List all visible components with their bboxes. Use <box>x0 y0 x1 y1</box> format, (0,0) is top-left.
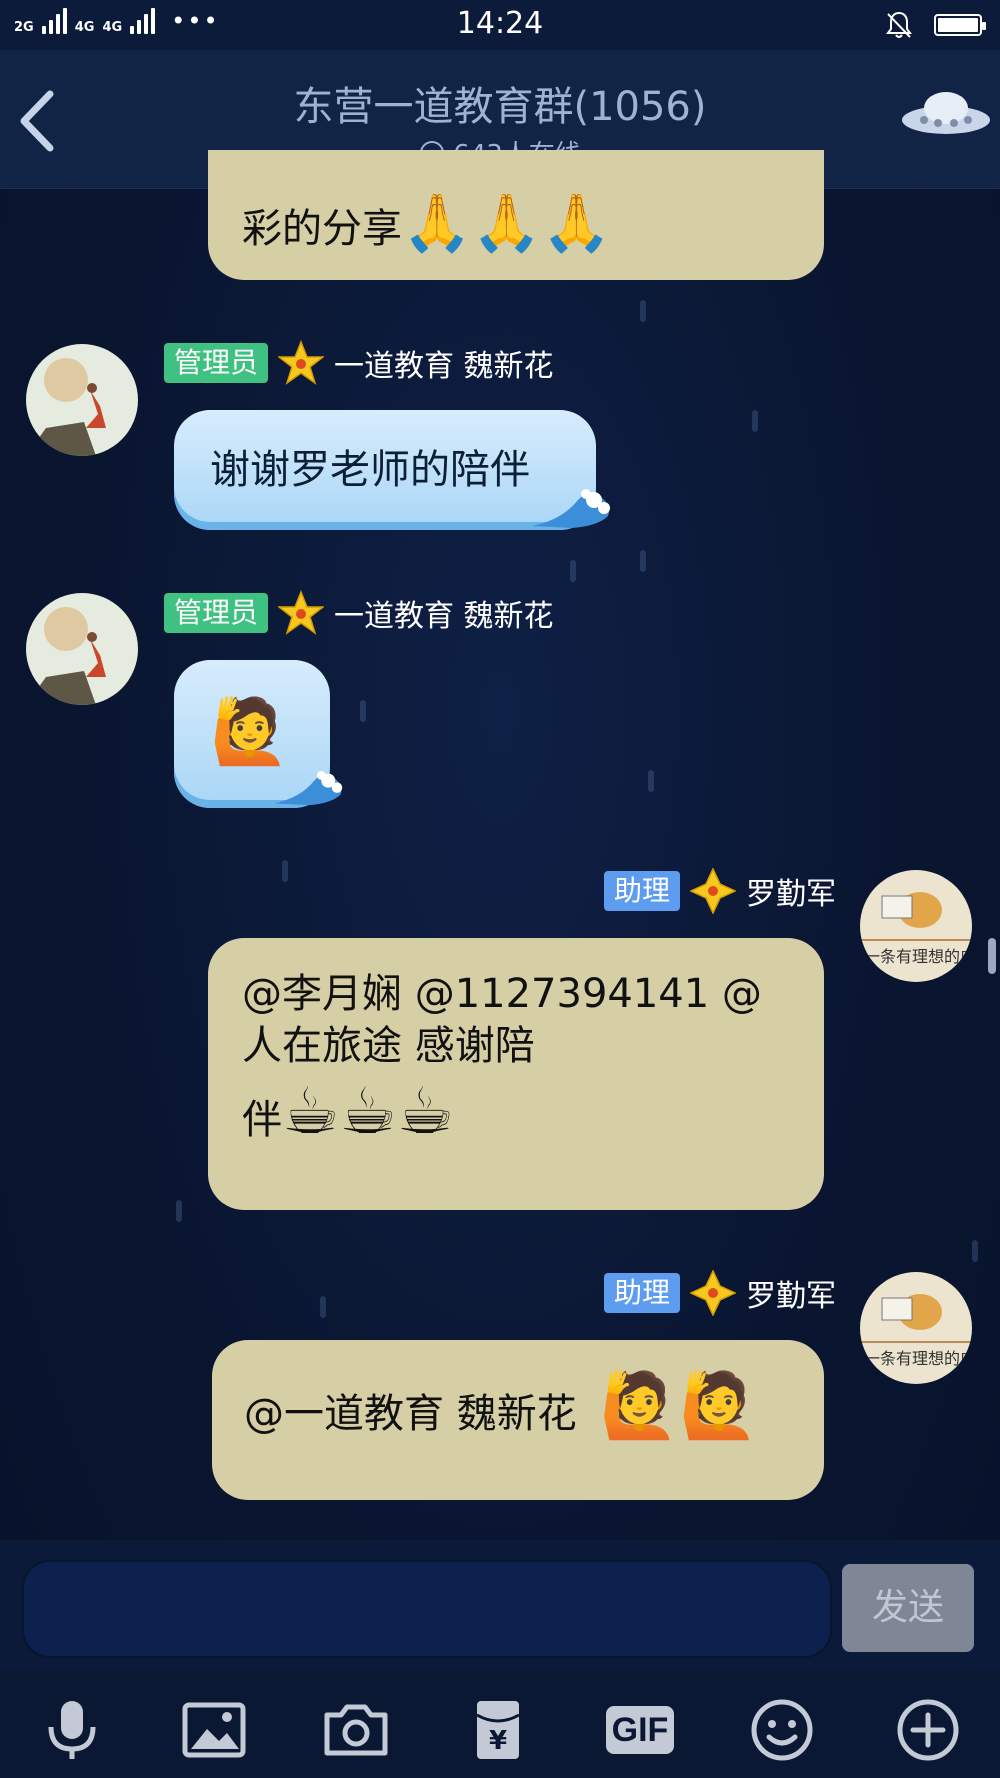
group-settings-ufo-icon[interactable] <box>898 86 994 142</box>
person-raising-hand-emoji: 🙋 <box>210 695 290 769</box>
avatar[interactable]: 一条有理想的咸 <box>860 1272 972 1384</box>
background-streak <box>320 1296 326 1318</box>
diamond-star-level-icon <box>690 868 736 914</box>
palms-together-emoji: 🙏🙏🙏 <box>402 191 612 256</box>
bell-muted-icon <box>886 11 912 38</box>
sender-name[interactable]: 一道教育 魏新花 <box>334 591 554 635</box>
wave-decoration-icon <box>532 489 610 528</box>
gif-button[interactable]: GIF <box>600 1690 680 1770</box>
camera-button[interactable] <box>316 1690 396 1770</box>
image-button[interactable] <box>174 1690 254 1770</box>
message-text: 彩的分享 <box>242 206 402 252</box>
plus-circle-icon <box>897 1699 959 1761</box>
admin-badge: 管理员 <box>164 593 269 633</box>
scrollbar-thumb[interactable] <box>988 938 996 974</box>
diamond-star-level-icon <box>690 1270 736 1316</box>
sender-meta: 助理 罗勤军 <box>603 868 836 914</box>
background-streak <box>640 300 646 322</box>
input-area: 发送 <box>0 1540 1000 1670</box>
message-text: 谢谢罗老师的陪伴 <box>210 447 530 493</box>
group-title[interactable]: 东营一道教育群(1056) <box>0 74 1000 132</box>
background-streak <box>360 700 366 722</box>
background-streak <box>640 550 646 572</box>
sender-meta: 助理 罗勤军 <box>603 1270 836 1316</box>
message-bubble[interactable]: 谢谢罗老师的陪伴 <box>174 410 610 530</box>
gif-label: GIF <box>605 1706 675 1754</box>
message-text: 人在旅途 感谢陪 <box>242 1023 535 1069</box>
red-packet-icon: ¥ <box>476 1701 520 1759</box>
message-bubble[interactable]: @李月娴 @1127394141 @ 人在旅途 感谢陪 伴☕☕☕ <box>208 938 824 1210</box>
sender-name[interactable]: 罗勤军 <box>746 1271 836 1315</box>
background-streak <box>648 770 654 792</box>
battery-icon <box>934 14 986 36</box>
message-bubble[interactable]: 🙋 <box>174 660 343 808</box>
message-input[interactable] <box>22 1560 832 1658</box>
background-streak <box>282 860 288 882</box>
camera-icon <box>324 1704 388 1756</box>
chat-toolbar: ¥ GIF <box>0 1670 1000 1778</box>
message-bubble[interactable]: @一道教育 魏新花 🙋🙋 <box>212 1340 824 1500</box>
assistant-badge: 助理 <box>603 871 680 911</box>
clock: 14:24 <box>456 6 544 41</box>
svg-text:¥: ¥ <box>489 1726 507 1756</box>
message-text: @一道教育 魏新花 <box>244 1391 577 1437</box>
assistant-badge: 助理 <box>603 1273 680 1313</box>
send-button[interactable]: 发送 <box>842 1564 974 1652</box>
person-raising-hand-emoji: 🙋🙋 <box>599 1369 759 1443</box>
svg-text:一条有理想的咸: 一条有理想的咸 <box>864 1349 972 1368</box>
message-bubble[interactable]: 彩的分享🙏🙏🙏 <box>208 150 824 280</box>
voice-button[interactable] <box>32 1690 112 1770</box>
background-streak <box>972 1240 978 1262</box>
avatar[interactable] <box>26 593 138 705</box>
background-streak <box>176 1200 182 1222</box>
sender-name[interactable]: 一道教育 魏新花 <box>334 341 554 385</box>
svg-text:一条有理想的咸: 一条有理想的咸 <box>864 947 972 966</box>
background-streak <box>570 560 576 582</box>
star-level-icon <box>278 340 325 385</box>
smiley-icon <box>751 1699 813 1761</box>
sender-meta: 管理员 一道教育 魏新花 <box>164 590 554 636</box>
image-icon <box>182 1702 246 1758</box>
status-bar: 2G 4G 4G ••• 14:24 <box>0 0 1000 50</box>
wave-decoration-icon <box>274 771 343 806</box>
sender-name[interactable]: 罗勤军 <box>746 869 836 913</box>
message-text: 伴 <box>242 1097 282 1143</box>
emoji-button[interactable] <box>742 1690 822 1770</box>
avatar[interactable] <box>26 344 138 456</box>
star-level-icon <box>278 590 325 635</box>
more-button[interactable] <box>888 1690 968 1770</box>
admin-badge: 管理员 <box>164 343 269 383</box>
background-streak <box>752 410 758 432</box>
red-packet-button[interactable]: ¥ <box>458 1690 538 1770</box>
avatar[interactable]: 一条有理想的咸 <box>860 870 972 982</box>
coffee-emoji: ☕☕☕ <box>282 1075 455 1149</box>
message-text: @李月娴 @1127394141 @ <box>242 971 762 1017</box>
sender-meta: 管理员 一道教育 魏新花 <box>164 340 554 386</box>
microphone-icon <box>48 1701 96 1759</box>
